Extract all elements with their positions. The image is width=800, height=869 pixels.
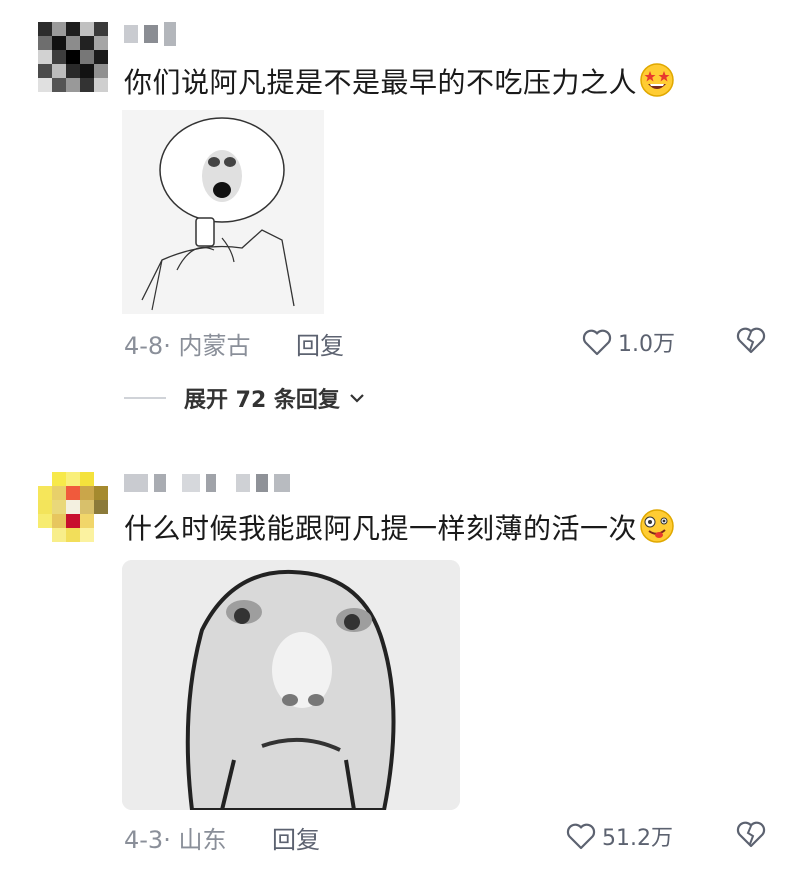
comment-date: 4-8 [124, 332, 164, 360]
dislike-button[interactable] [736, 326, 766, 358]
like-button[interactable]: 51.2万 [566, 820, 673, 852]
heart-outline-icon [582, 329, 612, 356]
comment-text: 你们说阿凡提是不是最早的不吃压力之人 [124, 62, 675, 103]
expand-replies-label: 展开 72 条回复 [184, 388, 340, 413]
comment-body: 你们说阿凡提是不是最早的不吃压力之人 [124, 66, 638, 99]
comment-body: 什么时候我能跟阿凡提一样刻薄的活一次 [124, 512, 638, 545]
comment-text: 什么时候我能跟阿凡提一样刻薄的活一次 [124, 508, 675, 549]
avatar[interactable] [38, 472, 108, 542]
zany-face-emoji [640, 509, 674, 543]
comment-meta: 4-8· 内蒙古 [124, 326, 250, 361]
avatar[interactable] [38, 22, 108, 92]
comment-location: · 内蒙古 [163, 332, 251, 360]
broken-heart-icon [736, 327, 766, 354]
like-count: 51.2万 [602, 826, 673, 851]
broken-heart-icon [736, 821, 766, 848]
reply-button[interactable]: 回复 [272, 820, 320, 855]
divider-line [124, 397, 166, 399]
comment-date: 4-3 [124, 826, 164, 854]
username-blurred[interactable] [124, 474, 290, 492]
username-blurred[interactable] [124, 22, 176, 46]
comment-meta: 4-3· 山东 [124, 820, 226, 855]
meme-boy-phone-bed [122, 110, 324, 314]
dislike-button[interactable] [736, 820, 766, 852]
meme-image[interactable] [122, 110, 324, 314]
comment-location: · 山东 [163, 826, 227, 854]
heart-outline-icon [566, 823, 596, 850]
like-button[interactable]: 1.0万 [582, 326, 675, 358]
like-count: 1.0万 [618, 332, 675, 357]
meme-face-close-up [122, 560, 460, 810]
reply-button[interactable]: 回复 [296, 326, 344, 361]
star-struck-emoji [640, 63, 674, 97]
chevron-down-icon [350, 394, 364, 403]
meme-image[interactable] [122, 560, 460, 810]
expand-replies-button[interactable]: 展开 72 条回复 [124, 382, 366, 414]
